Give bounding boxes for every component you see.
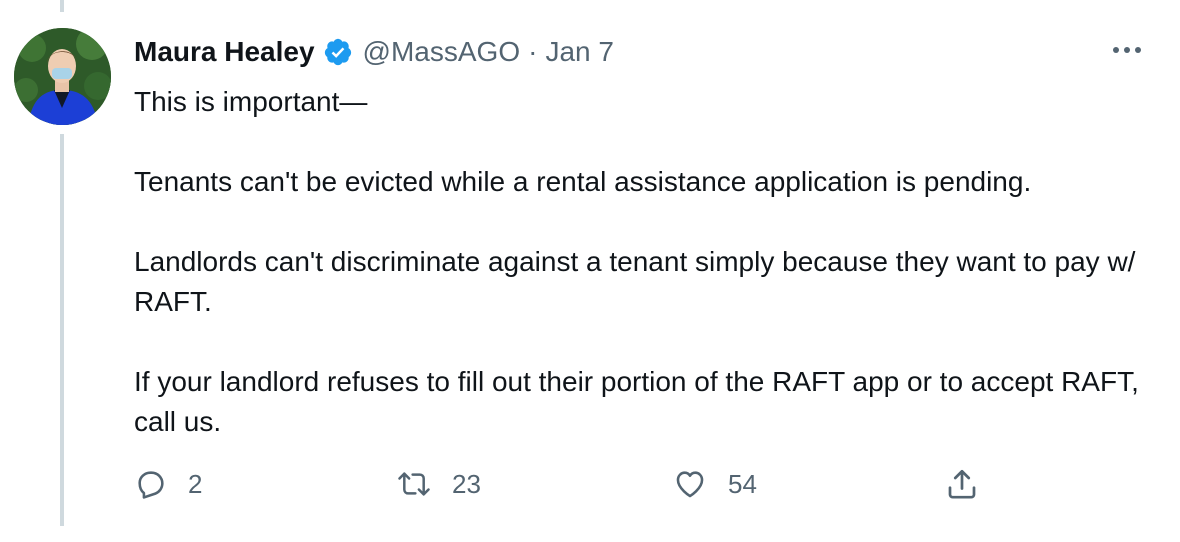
like-count: 54 — [728, 468, 757, 499]
reply-count: 2 — [188, 468, 203, 499]
header-separator: · — [528, 36, 538, 67]
retweet-button[interactable]: 23 — [396, 462, 481, 506]
author-display-name[interactable]: Maura Healey — [134, 36, 315, 68]
share-button[interactable] — [944, 462, 980, 506]
thread-connector-top — [60, 0, 64, 12]
heart-icon — [672, 467, 708, 501]
like-button[interactable]: 54 — [672, 462, 757, 506]
reply-button[interactable]: 2 — [134, 462, 202, 506]
tweet-text-paragraph: Landlords can't discriminate against a t… — [134, 246, 1136, 317]
tweet-text-line: This is important— — [134, 86, 368, 117]
tweet-text-paragraph: Tenants can't be evicted while a rental … — [134, 166, 1032, 197]
tweet-actions: 2 23 54 — [0, 462, 1180, 506]
share-icon — [944, 466, 980, 502]
verified-badge-icon — [323, 37, 353, 67]
retweet-icon — [396, 467, 432, 501]
more-options-icon[interactable] — [1108, 38, 1148, 62]
tweet-text-paragraph: If your landlord refuses to fill out the… — [134, 366, 1139, 437]
reply-icon — [134, 467, 168, 501]
retweet-count: 23 — [452, 468, 481, 499]
author-handle[interactable]: @MassAGO — [363, 36, 521, 68]
tweet-text: This is important— Tenants can't be evic… — [134, 82, 1164, 442]
tweet-header: Maura Healey @MassAGO · Jan 7 — [134, 30, 614, 74]
avatar[interactable] — [14, 28, 111, 125]
tweet-date[interactable]: Jan 7 — [545, 36, 614, 68]
